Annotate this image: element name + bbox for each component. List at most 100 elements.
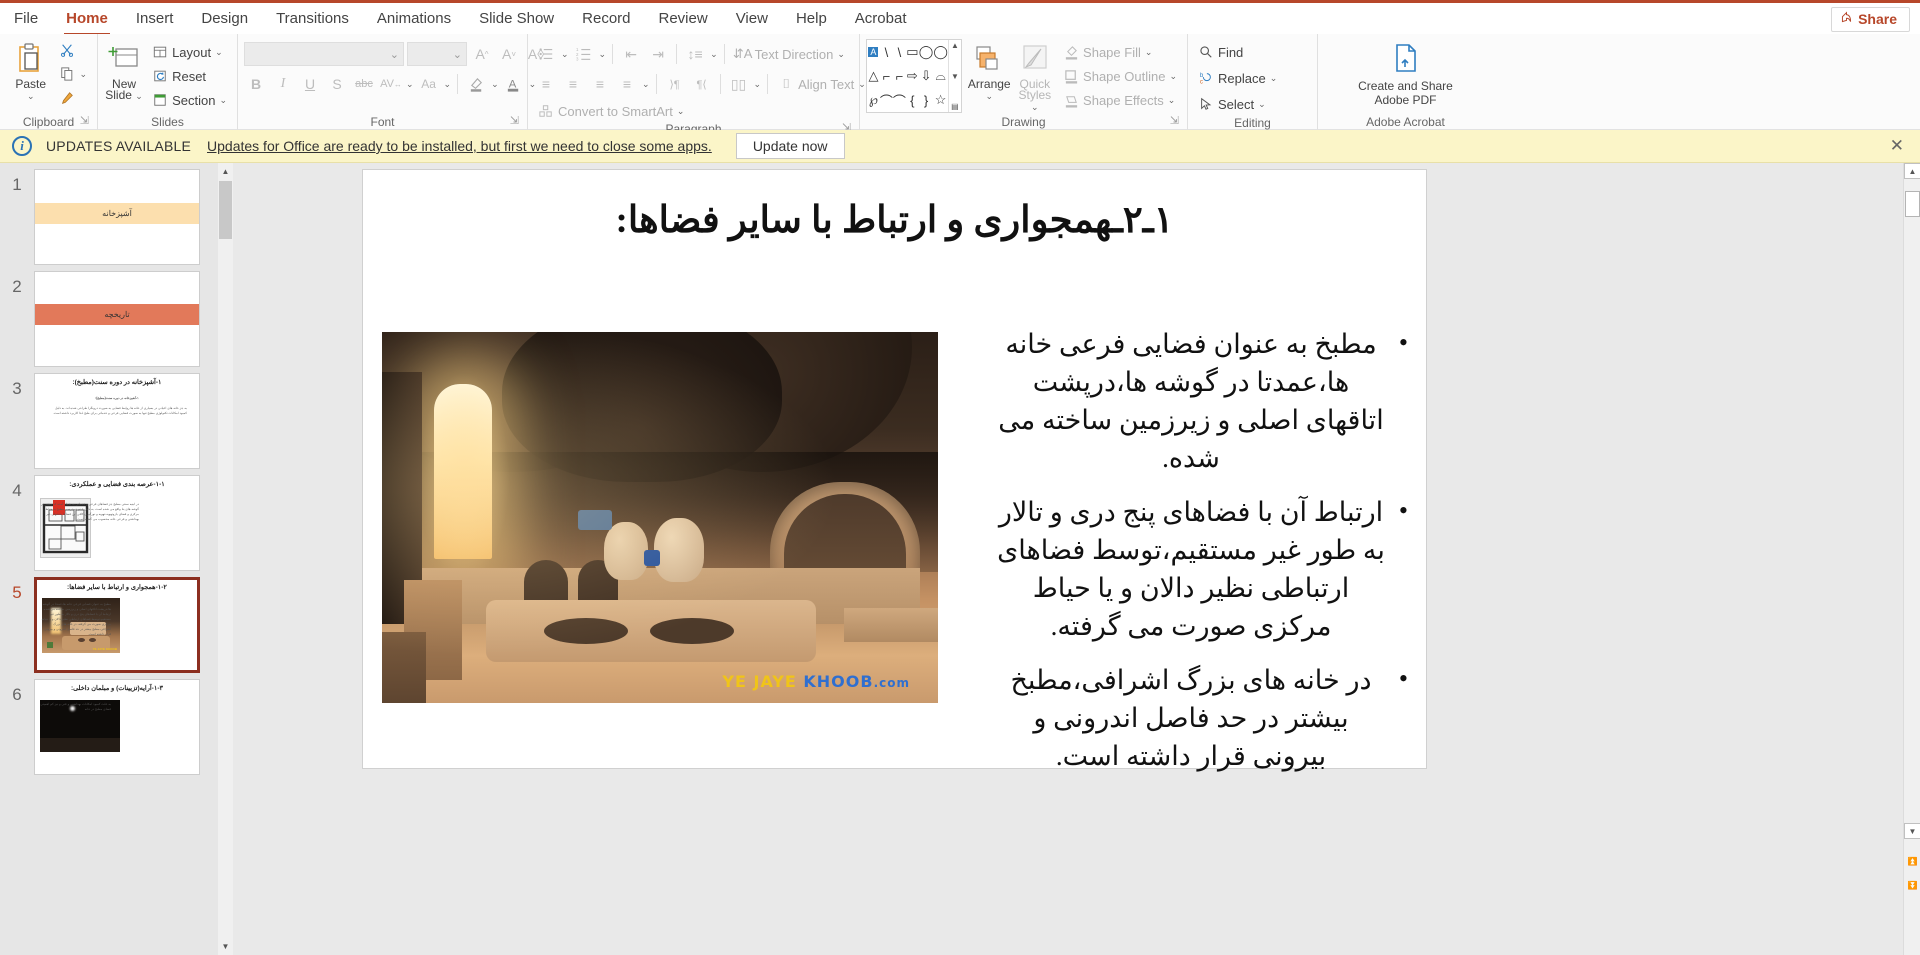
- thumbnail-row-5[interactable]: 5 ۱-۲-همجواری و ارتباط با سایر فضاها: YE…: [0, 571, 233, 673]
- slide-thumbnail-5[interactable]: ۱-۲-همجواری و ارتباط با سایر فضاها: YE J…: [34, 577, 200, 673]
- quick-styles-caret[interactable]: ⌄: [1031, 102, 1039, 112]
- shape-effects-caret[interactable]: ⌄: [1168, 95, 1176, 106]
- numbering-caret[interactable]: ⌄: [599, 49, 607, 60]
- shapes-scroll-up-icon[interactable]: ▲: [951, 41, 959, 50]
- shape-oval-icon[interactable]: ◯: [919, 44, 934, 60]
- numbering-icon[interactable]: 123: [572, 42, 596, 66]
- change-case-button[interactable]: Aa: [417, 72, 441, 96]
- character-spacing-button[interactable]: AV ↔: [379, 72, 403, 96]
- shape-circle-icon[interactable]: ◯: [933, 44, 948, 60]
- font-dialog-launcher[interactable]: ⇲: [510, 113, 519, 129]
- tab-file[interactable]: File: [0, 6, 52, 32]
- character-spacing-caret[interactable]: ⌄: [406, 79, 414, 90]
- align-right-icon[interactable]: ≡: [588, 72, 612, 96]
- previous-slide-icon[interactable]: ⏫: [1904, 853, 1920, 869]
- rtl-icon[interactable]: ⟩¶: [663, 72, 687, 96]
- ltr-icon[interactable]: ¶⟨: [690, 72, 714, 96]
- notification-message-link[interactable]: Updates for Office are ready to be insta…: [207, 138, 712, 154]
- justify-caret[interactable]: ⌄: [642, 79, 650, 90]
- tab-transitions[interactable]: Transitions: [262, 6, 363, 32]
- thumbnail-row-2[interactable]: 2 تاریخچه: [0, 265, 233, 367]
- layout-caret[interactable]: ⌄: [215, 47, 223, 58]
- tab-help[interactable]: Help: [782, 6, 841, 32]
- justify-icon[interactable]: ≡: [615, 72, 639, 96]
- section-button[interactable]: Section ⌄: [148, 89, 231, 111]
- shapes-scroll-down-icon[interactable]: ▼: [951, 72, 959, 81]
- italic-button[interactable]: I: [271, 72, 295, 96]
- underline-button[interactable]: U: [298, 72, 322, 96]
- canvas-scrollbar[interactable]: ▲ ▼ ⏫ ⏬: [1903, 163, 1920, 955]
- canvas-scroll-thumb[interactable]: [1905, 191, 1920, 217]
- font-name-combo[interactable]: ⌄: [244, 42, 404, 66]
- columns-icon[interactable]: ▯▯: [727, 72, 751, 96]
- copy-dropdown-caret[interactable]: ⌄: [79, 69, 87, 80]
- create-and-share-adobe-pdf-button[interactable]: Create and Share Adobe PDF: [1326, 37, 1486, 107]
- arrange-button[interactable]: Arrange ⌄: [968, 37, 1011, 102]
- shapes-gallery-more-icon[interactable]: ▤: [951, 102, 959, 111]
- slide-canvas-area[interactable]: ۱ـ۲ـهمجواری و ارتباط با سایر فضاها: YE J…: [233, 163, 1903, 955]
- shape-arc-icon[interactable]: ⌒: [893, 91, 906, 110]
- thumbnail-row-6[interactable]: 6 ۱-۳-آرایه(تزیینات) و مبلمان داخلی: به …: [0, 673, 233, 775]
- tab-design[interactable]: Design: [187, 6, 262, 32]
- share-button[interactable]: Share: [1831, 7, 1910, 32]
- replace-caret[interactable]: ⌄: [1270, 73, 1278, 84]
- shape-fill-button[interactable]: Shape Fill ⌄: [1059, 41, 1181, 63]
- slide-thumbnail-3[interactable]: ۱-آشپزخانه در دوره سنت(مطبخ): ۱-آشپزخانه…: [34, 373, 200, 469]
- shape-effects-button[interactable]: Shape Effects ⌄: [1059, 89, 1181, 111]
- tab-insert[interactable]: Insert: [122, 6, 188, 32]
- slide-panel-scroll-up-icon[interactable]: ▲: [218, 163, 233, 180]
- decrease-indent-icon[interactable]: ⇤: [619, 42, 643, 66]
- select-button[interactable]: Select ⌄: [1194, 93, 1281, 115]
- shape-freeform-icon[interactable]: ℘: [869, 92, 878, 108]
- cut-button[interactable]: [55, 39, 91, 61]
- drawing-dialog-launcher[interactable]: ⇲: [1170, 113, 1179, 129]
- tab-acrobat[interactable]: Acrobat: [841, 6, 921, 32]
- paste-button[interactable]: Paste ⌄: [6, 37, 55, 102]
- bullets-icon[interactable]: [534, 42, 558, 66]
- bullets-caret[interactable]: ⌄: [561, 49, 569, 60]
- increase-font-size-button[interactable]: A ^: [470, 42, 494, 66]
- slide-panel-scroll-down-icon[interactable]: ▼: [218, 938, 233, 955]
- reset-button[interactable]: Reset: [148, 65, 231, 87]
- shape-textbox-icon[interactable]: A: [868, 47, 879, 57]
- shape-fill-caret[interactable]: ⌄: [1145, 47, 1153, 58]
- thumbnail-row-1[interactable]: 1 آشپزخانه: [0, 163, 233, 265]
- convert-to-smartart-button[interactable]: Convert to SmartArt ⌄: [534, 100, 688, 122]
- shape-outline-button[interactable]: Shape Outline ⌄: [1059, 65, 1181, 87]
- tab-animations[interactable]: Animations: [363, 6, 465, 32]
- slide-photo[interactable]: YE JAYE KHOOB.com: [382, 332, 938, 703]
- tab-review[interactable]: Review: [645, 6, 722, 32]
- update-now-button[interactable]: Update now: [735, 133, 845, 159]
- shape-elbow-icon[interactable]: ⌐: [896, 69, 904, 84]
- slide-thumbnail-1[interactable]: آشپزخانه: [34, 169, 200, 265]
- slide-title[interactable]: ۱ـ۲ـهمجواری و ارتباط با سایر فضاها:: [395, 198, 1394, 242]
- shape-outline-caret[interactable]: ⌄: [1169, 71, 1177, 82]
- canvas-scroll-up-icon[interactable]: ▲: [1904, 163, 1920, 179]
- quick-styles-button[interactable]: Quick Styles ⌄: [1017, 37, 1053, 113]
- shapes-gallery[interactable]: A \ \ ▭ ◯ ◯ △ ⌐ ⌐ ⇨ ⇩ ⌓ ℘ ⌒ ⌒ { } ☆ ▲ ▼ …: [866, 39, 962, 113]
- replace-button[interactable]: bc Replace ⌄: [1194, 67, 1281, 89]
- shape-line-icon[interactable]: \: [885, 45, 889, 60]
- paste-dropdown-caret[interactable]: ⌄: [27, 91, 35, 102]
- tab-view[interactable]: View: [722, 6, 782, 32]
- text-highlight-icon[interactable]: [464, 72, 488, 96]
- canvas-scroll-down-icon[interactable]: ▼: [1904, 823, 1920, 839]
- clipboard-dialog-launcher[interactable]: ⇲: [80, 113, 89, 129]
- find-button[interactable]: Find: [1194, 41, 1281, 63]
- shape-right-arrow-icon[interactable]: ⇨: [907, 68, 918, 84]
- current-slide[interactable]: ۱ـ۲ـهمجواری و ارتباط با سایر فضاها: YE J…: [362, 169, 1427, 771]
- align-text-button[interactable]: ⌷ Align Text ⌄: [774, 73, 870, 95]
- format-painter-button[interactable]: [55, 87, 91, 109]
- thumbnail-row-3[interactable]: 3 ۱-آشپزخانه در دوره سنت(مطبخ): ۱-آشپزخا…: [0, 367, 233, 469]
- thumbnail-row-4[interactable]: 4 ۱-۱-عرصه بندی فضایی و عملکردی: در ابنی…: [0, 469, 233, 571]
- change-case-caret[interactable]: ⌄: [444, 79, 452, 90]
- arrange-caret[interactable]: ⌄: [985, 91, 993, 102]
- shape-callout-icon[interactable]: ⌓: [935, 68, 945, 84]
- increase-indent-icon[interactable]: ⇥: [646, 42, 670, 66]
- line-spacing-caret[interactable]: ⌄: [710, 49, 718, 60]
- copy-button[interactable]: ⌄: [55, 63, 91, 85]
- new-slide-caret[interactable]: ⌄: [135, 91, 143, 101]
- shape-rectangle-icon[interactable]: ▭: [906, 44, 918, 60]
- tab-home[interactable]: Home: [52, 6, 122, 36]
- tab-slide-show[interactable]: Slide Show: [465, 6, 568, 32]
